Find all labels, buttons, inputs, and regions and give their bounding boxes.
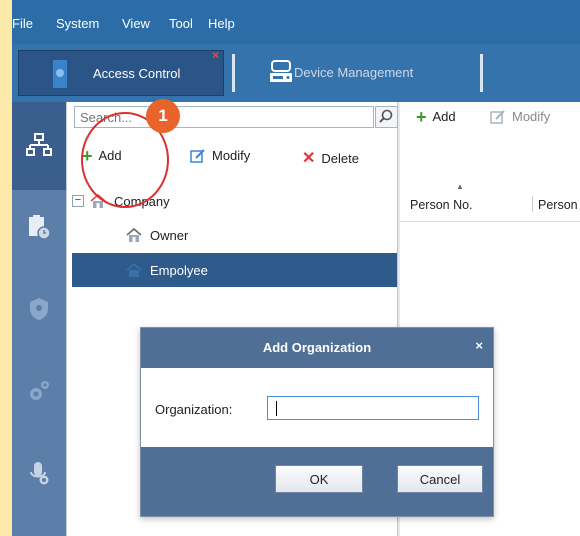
organization-name-input[interactable] — [267, 396, 479, 420]
close-icon[interactable]: × — [475, 338, 483, 353]
text-caret — [276, 401, 277, 416]
tab-separator — [480, 54, 483, 92]
search-icon — [379, 109, 393, 123]
dialog-footer: OK Cancel — [141, 447, 493, 516]
delete-icon: ✕ — [302, 150, 316, 167]
schedule-icon[interactable] — [26, 214, 52, 240]
ok-button[interactable]: OK — [275, 465, 363, 493]
tab-device-management-label: Device Management — [294, 65, 414, 80]
plus-icon: + — [416, 106, 427, 127]
settings-icon[interactable] — [26, 378, 52, 404]
modify-label: Modify — [212, 148, 251, 163]
cancel-button[interactable]: Cancel — [397, 465, 483, 493]
dialog-body: Organization: — [141, 368, 493, 447]
modify-person-label: Modify — [512, 109, 551, 124]
column-person-no[interactable]: Person No. — [410, 198, 473, 212]
sort-icon: ▲ — [456, 182, 464, 191]
modify-organization-button[interactable]: Modify — [190, 148, 250, 163]
tab-separator — [232, 54, 235, 92]
device-icon — [270, 60, 292, 82]
search-button[interactable] — [375, 106, 398, 128]
shield-icon[interactable] — [26, 296, 52, 322]
house-icon — [126, 228, 142, 242]
menu-tool[interactable]: Tool — [169, 16, 193, 31]
tab-device-management[interactable]: Device Management — [242, 50, 474, 96]
tab-access-control[interactable]: Access Control × — [18, 48, 224, 96]
add-organization-dialog: Add Organization × Organization: OK Canc… — [140, 327, 494, 517]
edit-icon — [490, 109, 505, 124]
menu-file[interactable]: File — [12, 16, 33, 31]
tree-node-label: Empolyee — [150, 262, 208, 278]
column-person[interactable]: Person — [538, 198, 578, 212]
tree-node-employee[interactable]: Empolyee — [72, 253, 397, 287]
column-divider[interactable] — [532, 196, 533, 212]
tree-node-owner[interactable]: Owner — [72, 220, 188, 250]
tree-node-label: Owner — [150, 227, 189, 243]
menu-system[interactable]: System — [56, 16, 99, 31]
module-tab-bar: Access Control × Device Management — [12, 44, 580, 102]
menu-view[interactable]: View — [122, 16, 150, 31]
add-person-button[interactable]: + Add — [416, 106, 456, 127]
add-person-label: Add — [432, 109, 456, 124]
organization-icon[interactable] — [26, 132, 52, 158]
menu-help[interactable]: Help — [208, 16, 235, 31]
side-rail — [12, 102, 66, 536]
delete-organization-button[interactable]: ✕ Delete — [302, 148, 359, 168]
tab-close-icon[interactable]: × — [212, 48, 219, 62]
collapse-icon[interactable]: − — [72, 195, 84, 207]
dialog-title: Add Organization — [141, 328, 493, 368]
organization-label: Organization: — [155, 402, 233, 417]
house-icon — [126, 263, 142, 277]
microphone-icon[interactable] — [26, 460, 52, 486]
modify-person-button[interactable]: Modify — [490, 109, 550, 124]
step-badge: 1 — [146, 99, 180, 133]
menu-bar: File System View Tool Help — [12, 0, 580, 44]
person-table-header: ▲ Person No. Person — [400, 178, 580, 222]
edit-icon — [190, 148, 205, 163]
door-icon — [53, 60, 67, 88]
app-window: File System View Tool Help Access Contro… — [12, 0, 580, 536]
tab-access-control-label: Access Control — [93, 66, 181, 81]
delete-label: Delete — [321, 150, 359, 166]
